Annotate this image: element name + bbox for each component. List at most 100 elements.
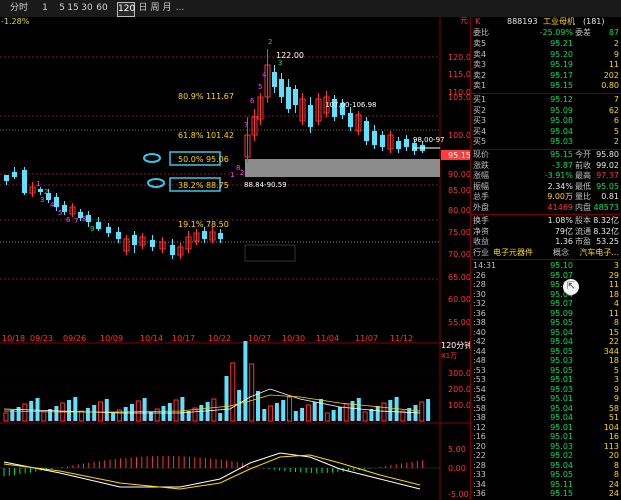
fib-61-label: 61.8% 101.42 [178,131,234,140]
range-low-label: 88.84-90.59 [244,181,287,189]
float-button[interactable]: ⇱ [563,279,579,295]
bid-volume: 6 [613,116,619,126]
ask-row: 卖3 95.19 11 [471,60,621,71]
candle-body-down [12,172,17,177]
volume-bar [312,402,317,421]
volume-bar [130,404,134,421]
stat-value: 95.05 [596,181,619,191]
wave-count-label: 5 [258,83,262,91]
tick-volume: 24 [608,489,619,498]
period-button-4[interactable]: 30 [80,2,94,15]
volume-bar [426,399,431,421]
wave-count-label: 1 [36,180,40,188]
bid-label: 买3 [473,116,487,126]
stat-label: 股本 [575,216,591,225]
stat-label: 涨幅 [473,171,489,181]
period-button-0[interactable]: 分时 [6,2,32,15]
x-tick-label: 11/04 [316,334,339,343]
candle-body-down [4,175,9,181]
concept-value: 汽车电子... [579,248,619,257]
volume-bar [161,406,166,421]
industry-label: 行业 [473,248,489,257]
macd-tick-label: 0.00 [448,464,466,473]
volume-bar [293,411,298,421]
candle-body-down [286,87,291,109]
wave-count-label: 9 [90,225,94,233]
index-code: 888193 [507,17,538,26]
x-tick-label: 10/30 [282,334,305,343]
ask-price: 95.17 [550,70,573,80]
y-tick-label: 85.00 [448,186,470,195]
unit-label: 元 [460,17,468,25]
period-button-8[interactable]: 周 [150,2,160,15]
bid-volume: 7 [613,95,619,104]
y-tick-label: 120.00 [448,53,470,62]
stat-value: 53.25 [596,237,619,247]
candle-body-down [272,72,277,87]
stat-value: 79亿 [554,226,573,236]
wave-count-label: 6 [66,216,71,224]
wave-count-label: 3 [278,59,282,67]
stat-row: 收益 1.36 市盈 53.25 [471,237,621,248]
ask-label: 卖4 [473,49,487,59]
period-button-5[interactable]: 60 [94,2,110,15]
y-tick-label: 75.00 [448,228,470,237]
stat-value: 99.02 [596,160,619,170]
y-tick-label: 105.00 [448,93,470,102]
volume-bar [319,399,323,421]
y-tick-label: 80.00 [448,206,470,215]
y-tick-label: 55.00 [448,318,470,327]
period-button-1[interactable]: 1 [40,2,50,15]
volume-bar [224,376,229,421]
volume-bar [123,407,128,421]
period-button-10[interactable]: ... [175,2,185,15]
volume-bar [205,402,210,421]
candle-body-down [38,189,43,192]
stat-value: 0.81 [601,192,619,202]
index-name: 工业母机 [543,17,575,26]
volume-bar [35,398,40,421]
candle-body-down [308,105,313,127]
wave-count-label: 8 [82,215,86,223]
index-extra: (181) [583,17,605,26]
x-tick-label: 09/26 [63,334,86,343]
volume-bar [356,398,361,421]
stat-value: 8.32亿 [593,226,619,236]
kline-chart[interactable]: 122.00107.00-106.9888.84-90.5998.00-9780… [0,17,470,500]
y-tick-label: 100.00 [448,131,470,140]
volume-bar [262,409,267,421]
stat-value: 1.36 [555,237,573,247]
stat-label: 最低 [575,181,591,191]
ask-price: 95.15 [550,81,573,91]
period-button-6[interactable]: 120 [117,2,135,17]
wave-count-label: 6 [250,97,255,105]
stat-label: 最高 [575,171,591,181]
bid-volume: 2 [613,137,619,147]
ask-label: 卖3 [473,60,487,70]
bid-price: 95.08 [550,116,573,126]
stat-value: 41469 [547,203,573,212]
period-button-9[interactable]: 月 [162,2,172,15]
stat-value: 95.15 [550,150,573,159]
macd-tick-label: -5.00 [448,490,469,499]
volume-bar [92,405,97,421]
volume-bar [218,413,223,421]
wave-count-label: 1 [230,171,234,179]
stat-value: 9.00万 [547,192,573,202]
stat-label: 总手 [473,192,489,202]
candle-body-down [132,235,137,245]
volume-bar [199,405,204,421]
ask-volume: 0.80 [601,81,619,91]
stat-value: 97.37 [596,171,619,181]
stat-label: 振幅 [473,181,489,191]
volume-bar [281,400,286,421]
period-label: 120分钟 [441,340,470,350]
bid-row: 买4 95.04 5 [471,127,621,138]
stat-row: 涨跌 -3.87 前收 99.02 [471,161,621,172]
x-tick-label: 09/23 [30,334,53,343]
period-button-3[interactable]: 15 [66,2,80,15]
stat-label: 外盘 [473,203,489,212]
period-button-7[interactable]: 日 [138,2,148,15]
range-high-label: 107.00-106.98 [325,101,377,109]
y-tick-label: 115.00 [448,70,470,79]
